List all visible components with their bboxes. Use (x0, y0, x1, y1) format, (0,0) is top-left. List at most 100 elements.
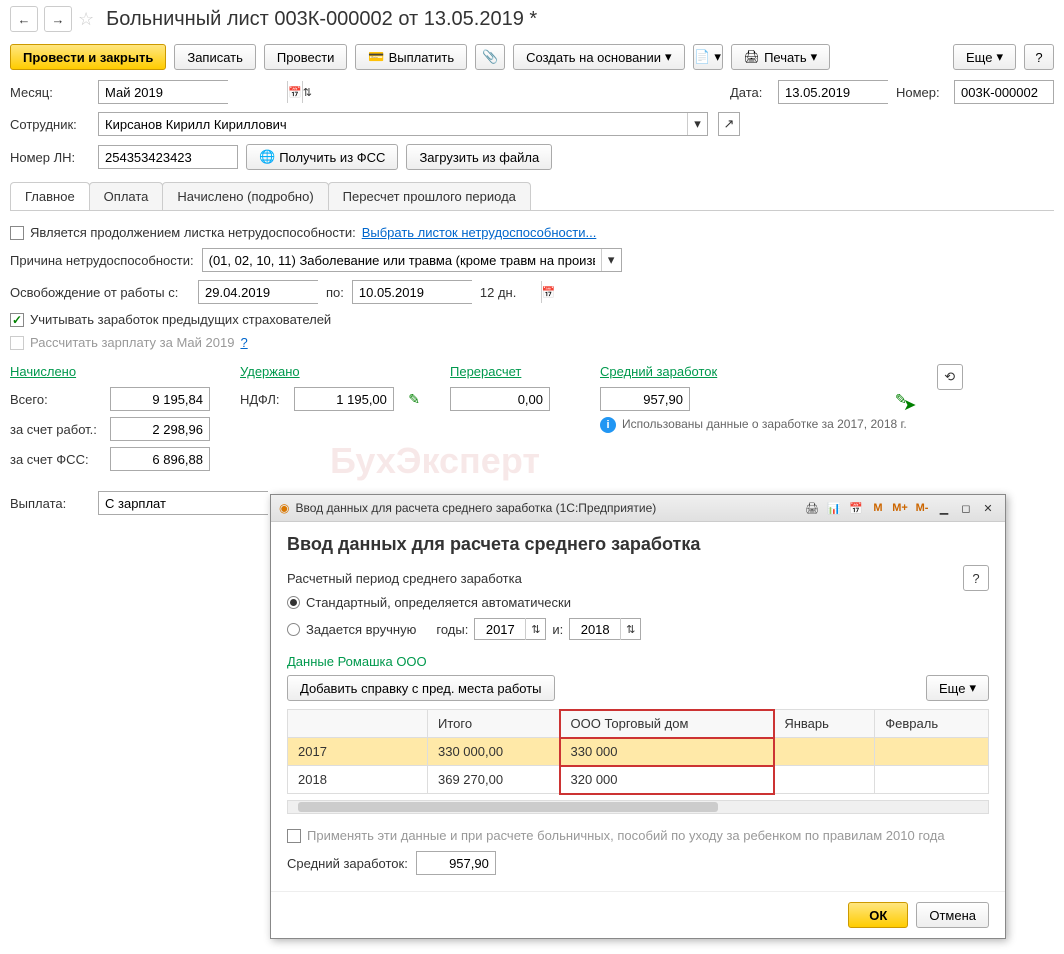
create-based-button[interactable]: Создать на основании ▾ (513, 44, 684, 70)
tab-accrued[interactable]: Начислено (подробно) (162, 182, 328, 210)
tab-recalc[interactable]: Пересчет прошлого периода (328, 182, 531, 210)
dialog-avg-value[interactable] (416, 851, 496, 875)
mem-m-icon[interactable]: M (869, 499, 887, 517)
avg-value[interactable] (600, 387, 690, 411)
cell-total[interactable]: 369 270,00 (428, 766, 561, 794)
action-dropdown-button[interactable]: 📄▾ (693, 44, 723, 70)
spinner-icon[interactable]: ⇅ (302, 81, 312, 103)
mem-mminus-icon[interactable]: M- (913, 499, 931, 517)
tab-strip: Главное Оплата Начислено (подробно) Пере… (10, 182, 1054, 211)
doc-icon: 📄 (694, 49, 710, 65)
save-button[interactable]: Записать (174, 44, 256, 70)
total-value[interactable] (110, 387, 210, 411)
more-button[interactable]: Еще ▾ (953, 44, 1016, 70)
favorite-star-icon[interactable]: ☆ (78, 9, 94, 30)
select-prev-link[interactable]: Выбрать листок нетрудоспособности... (362, 225, 597, 240)
avg-header[interactable]: Средний заработок (600, 364, 907, 379)
reason-field[interactable] (203, 249, 601, 271)
nav-back-button[interactable]: ← (10, 6, 38, 32)
radio-auto[interactable] (287, 596, 300, 609)
release-from-input[interactable]: 📅 (198, 280, 318, 304)
calc-icon[interactable]: 📊 (825, 499, 843, 517)
cell-total[interactable]: 330 000,00 (428, 738, 561, 766)
dialog-help-button[interactable]: ? (963, 565, 989, 591)
ndfl-value[interactable] (294, 387, 394, 411)
pay-button[interactable]: 💳Выплатить (355, 44, 467, 70)
help-button[interactable]: ? (1024, 44, 1054, 70)
recalc-value[interactable] (450, 387, 550, 411)
info-icon: i (600, 417, 616, 433)
nav-forward-button[interactable]: → (44, 6, 72, 32)
withheld-header[interactable]: Удержано (240, 364, 420, 379)
maximize-icon[interactable]: ◻ (957, 499, 975, 517)
prev-insurers-label: Учитывать заработок предыдущих страховат… (30, 312, 331, 327)
dialog-titlebar[interactable]: ◉ Ввод данных для расчета среднего зараб… (271, 495, 1005, 522)
year2-input[interactable]: ⇅ (569, 618, 641, 640)
radio-manual[interactable] (287, 623, 300, 636)
calendar-icon[interactable]: 📅 (287, 81, 302, 103)
apply2010-checkbox[interactable] (287, 829, 301, 843)
accrued-header[interactable]: Начислено (10, 364, 210, 379)
number-field[interactable] (954, 80, 1054, 104)
attach-button[interactable]: 📎 (475, 44, 505, 70)
cell-year[interactable]: 2017 (288, 738, 428, 766)
cell-feb[interactable] (875, 766, 989, 794)
payout-combo[interactable] (98, 491, 268, 515)
date-input[interactable]: 📅 (778, 80, 888, 104)
minimize-icon[interactable]: ▁ (935, 499, 953, 517)
avg-info-text: Использованы данные о заработке за 2017,… (622, 417, 907, 431)
cell-torg[interactable]: 330 000 (560, 738, 774, 766)
mem-mplus-icon[interactable]: M+ (891, 499, 909, 517)
tab-main[interactable]: Главное (10, 182, 90, 210)
continuation-checkbox[interactable] (10, 226, 24, 240)
post-button[interactable]: Провести (264, 44, 348, 70)
add-ref-button[interactable]: Добавить справку с пред. места работы (287, 675, 555, 701)
calendar-icon[interactable]: 📅 (541, 281, 556, 303)
payout-field[interactable] (99, 492, 287, 514)
spinner-icon[interactable]: ⇅ (525, 618, 545, 640)
dialog-more-button[interactable]: Еще ▾ (926, 675, 989, 701)
fss-value[interactable] (110, 447, 210, 471)
table-row[interactable]: 2018 369 270,00 320 000 (288, 766, 989, 794)
pencil-icon[interactable]: ✎ (408, 391, 420, 408)
month-input[interactable]: 📅 ⇅ (98, 80, 228, 104)
chevron-down-icon[interactable]: ▾ (687, 113, 707, 135)
load-file-button[interactable]: Загрузить из файла (406, 144, 552, 170)
spinner-icon[interactable]: ⇅ (620, 618, 640, 640)
calc-salary-help[interactable]: ? (240, 335, 247, 350)
employee-field[interactable] (99, 113, 687, 135)
ln-field[interactable] (98, 145, 238, 169)
ok-button[interactable]: ОК (848, 902, 908, 928)
release-to-input[interactable]: 📅 (352, 280, 472, 304)
print-icon[interactable]: 🖨 (803, 499, 821, 517)
year1-input[interactable]: ⇅ (474, 618, 546, 640)
get-fss-button[interactable]: 🌐Получить из ФСС (246, 144, 398, 170)
post-and-close-button[interactable]: Провести и закрыть (10, 44, 166, 70)
cell-jan[interactable] (774, 766, 875, 794)
edit-avg-button[interactable]: ✎➤ (895, 391, 907, 408)
open-employee-button[interactable]: ↗ (718, 112, 740, 136)
period-label: Расчетный период среднего заработка (287, 571, 522, 586)
month-field[interactable] (99, 81, 287, 103)
cell-feb[interactable] (875, 738, 989, 766)
chevron-down-icon[interactable]: ▾ (601, 249, 621, 271)
reason-combo[interactable]: ▾ (202, 248, 622, 272)
refresh-button[interactable]: ⟲ (937, 364, 963, 390)
print-button[interactable]: 🖨Печать ▾ (731, 44, 831, 70)
globe-icon: 🌐 (259, 149, 275, 165)
table-row[interactable]: 2017 330 000,00 330 000 (288, 738, 989, 766)
tab-payment[interactable]: Оплата (89, 182, 164, 210)
cell-year[interactable]: 2018 (288, 766, 428, 794)
employee-combo[interactable]: ▾ (98, 112, 708, 136)
table-scrollbar[interactable] (287, 800, 989, 814)
prev-insurers-checkbox[interactable] (10, 313, 24, 327)
recalc-header[interactable]: Перерасчет (450, 364, 570, 379)
employer-value[interactable] (110, 417, 210, 441)
release-to-label: по: (326, 285, 344, 300)
cell-torg[interactable]: 320 000 (560, 766, 774, 794)
scroll-thumb[interactable] (298, 802, 718, 812)
calendar-icon[interactable]: 📅 (847, 499, 865, 517)
cancel-button[interactable]: Отмена (916, 902, 989, 928)
close-icon[interactable]: ✕ (979, 499, 997, 517)
cell-jan[interactable] (774, 738, 875, 766)
